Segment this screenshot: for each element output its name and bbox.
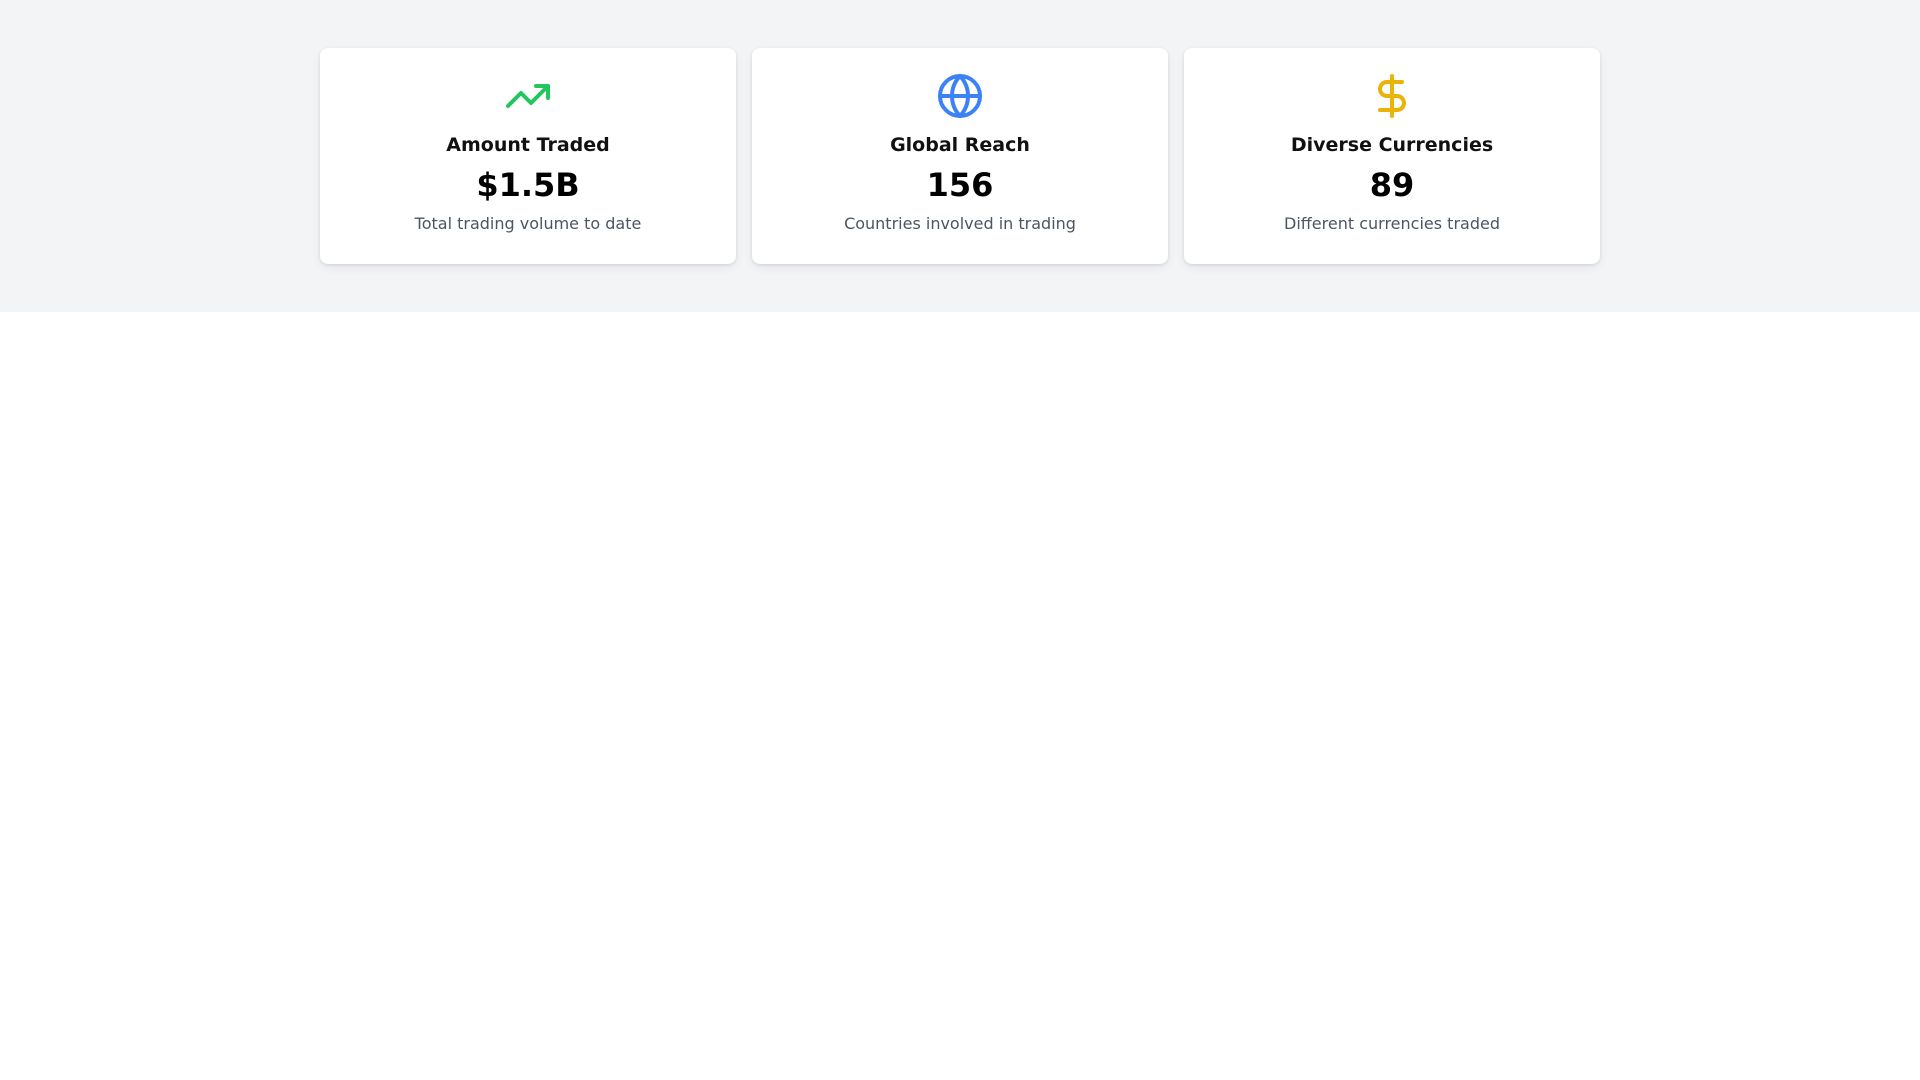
stat-value: 156 <box>926 166 994 204</box>
stats-cards-row: Amount Traded $1.5B Total trading volume… <box>320 48 1600 264</box>
stat-value: $1.5B <box>476 166 580 204</box>
stat-card-diverse-currencies: Diverse Currencies 89 Different currenci… <box>1184 48 1600 264</box>
stat-description: Total trading volume to date <box>414 214 642 233</box>
dollar-sign-icon <box>1368 72 1416 120</box>
stat-description: Different currencies traded <box>1284 214 1500 233</box>
stat-value: 89 <box>1369 166 1415 204</box>
globe-icon <box>936 72 984 120</box>
stat-card-amount-traded: Amount Traded $1.5B Total trading volume… <box>320 48 736 264</box>
trending-up-icon <box>504 72 552 120</box>
stat-card-global-reach: Global Reach 156 Countries involved in t… <box>752 48 1168 264</box>
stat-title: Global Reach <box>890 134 1030 156</box>
stats-section: Amount Traded $1.5B Total trading volume… <box>0 0 1920 312</box>
stat-title: Diverse Currencies <box>1290 134 1494 156</box>
stat-description: Countries involved in trading <box>844 214 1076 233</box>
stat-title: Amount Traded <box>446 134 610 156</box>
